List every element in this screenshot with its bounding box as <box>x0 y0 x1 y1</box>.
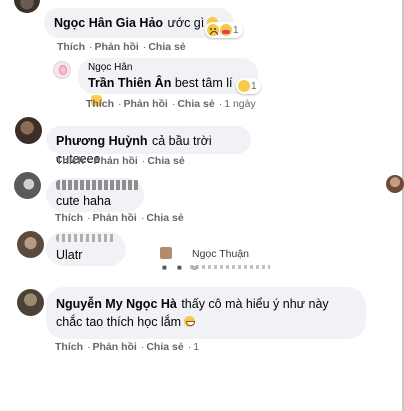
reply-bubble: Ngọc Hân Trần Thiên Ân best tâm lí <box>78 58 258 106</box>
reply-link[interactable]: Phản hồi <box>124 98 168 110</box>
hover-name[interactable]: Ngọc Thuận <box>192 248 249 260</box>
avatar[interactable] <box>14 172 41 199</box>
avatar[interactable] <box>17 231 44 258</box>
like-link[interactable]: Thích <box>56 155 84 167</box>
grin-emoji-icon <box>184 316 196 327</box>
reply-link[interactable]: Phản hồi <box>95 41 139 53</box>
comment-text: Ulatr <box>56 248 83 262</box>
blurred-author <box>56 180 140 190</box>
timestamp[interactable]: 1 ngày <box>224 98 256 110</box>
comment-author[interactable]: Nguyễn My Ngọc Hà <box>56 297 177 311</box>
timestamp[interactable]: 1 <box>193 341 199 353</box>
grin-emoji-icon <box>238 80 250 92</box>
avatar[interactable] <box>17 289 44 316</box>
reply-link[interactable]: Phản hồi <box>94 155 138 167</box>
sad-emoji-icon <box>207 24 219 36</box>
comment-author[interactable]: Phương Huỳnh <box>56 134 148 148</box>
comment-author[interactable]: Ngọc Hân Gia Hảo <box>54 16 163 30</box>
like-link[interactable]: Thích <box>55 212 83 224</box>
care-emoji-icon <box>220 24 232 36</box>
comment-bubble: Ulatr <box>46 232 126 266</box>
comment-bubble: cute haha <box>46 178 144 212</box>
reply-link[interactable]: Phản hồi <box>93 212 137 224</box>
avatar[interactable] <box>53 61 71 79</box>
reply-link[interactable]: Phản hồi <box>93 341 137 353</box>
comment-bubble: Nguyễn My Ngọc Hà thấy cô mà hiểu ý như … <box>46 287 366 339</box>
reply-author[interactable]: Ngọc Hân <box>88 62 248 74</box>
comment-bubble: Phương Huỳnh cả bầu trời cuteeee <box>46 126 251 166</box>
share-link[interactable]: Chia sẻ <box>147 155 184 167</box>
comment-text: cute haha <box>56 194 111 208</box>
share-link[interactable]: Chia sẻ <box>146 341 183 353</box>
comment-actions: Thích · Phản hồi · Chia sẻ · 1 <box>55 341 200 353</box>
avatar[interactable] <box>15 117 42 144</box>
comment-actions: Thích · Phản hồi · Chia sẻ <box>56 155 185 167</box>
reaction-summary[interactable]: 1 <box>205 22 243 38</box>
share-link[interactable]: Chia sẻ <box>177 98 214 110</box>
share-link[interactable]: Chia sẻ <box>148 41 185 53</box>
hover-name-preview: Ngọc Thuận ■ ■ ■ <box>160 243 270 273</box>
blurred-text <box>190 265 270 269</box>
like-link[interactable]: Thích <box>57 41 85 53</box>
blurred-author <box>56 234 116 242</box>
reply-actions: Thích · Phản hồi · Chia sẻ · 1 ngày <box>86 98 256 110</box>
avatar <box>160 247 172 259</box>
reaction-summary[interactable]: 1 <box>236 78 261 94</box>
mention[interactable]: Trần Thiên Ân <box>88 76 171 90</box>
comment-actions: Thích · Phản hồi · Chia sẻ <box>55 212 184 224</box>
comment-actions: Thích · Phản hồi · Chia sẻ <box>57 41 186 53</box>
avatar[interactable] <box>14 0 40 13</box>
side-avatar[interactable] <box>386 175 404 193</box>
like-link[interactable]: Thích <box>55 341 83 353</box>
like-link[interactable]: Thích <box>86 98 114 110</box>
share-link[interactable]: Chia sẻ <box>146 212 183 224</box>
